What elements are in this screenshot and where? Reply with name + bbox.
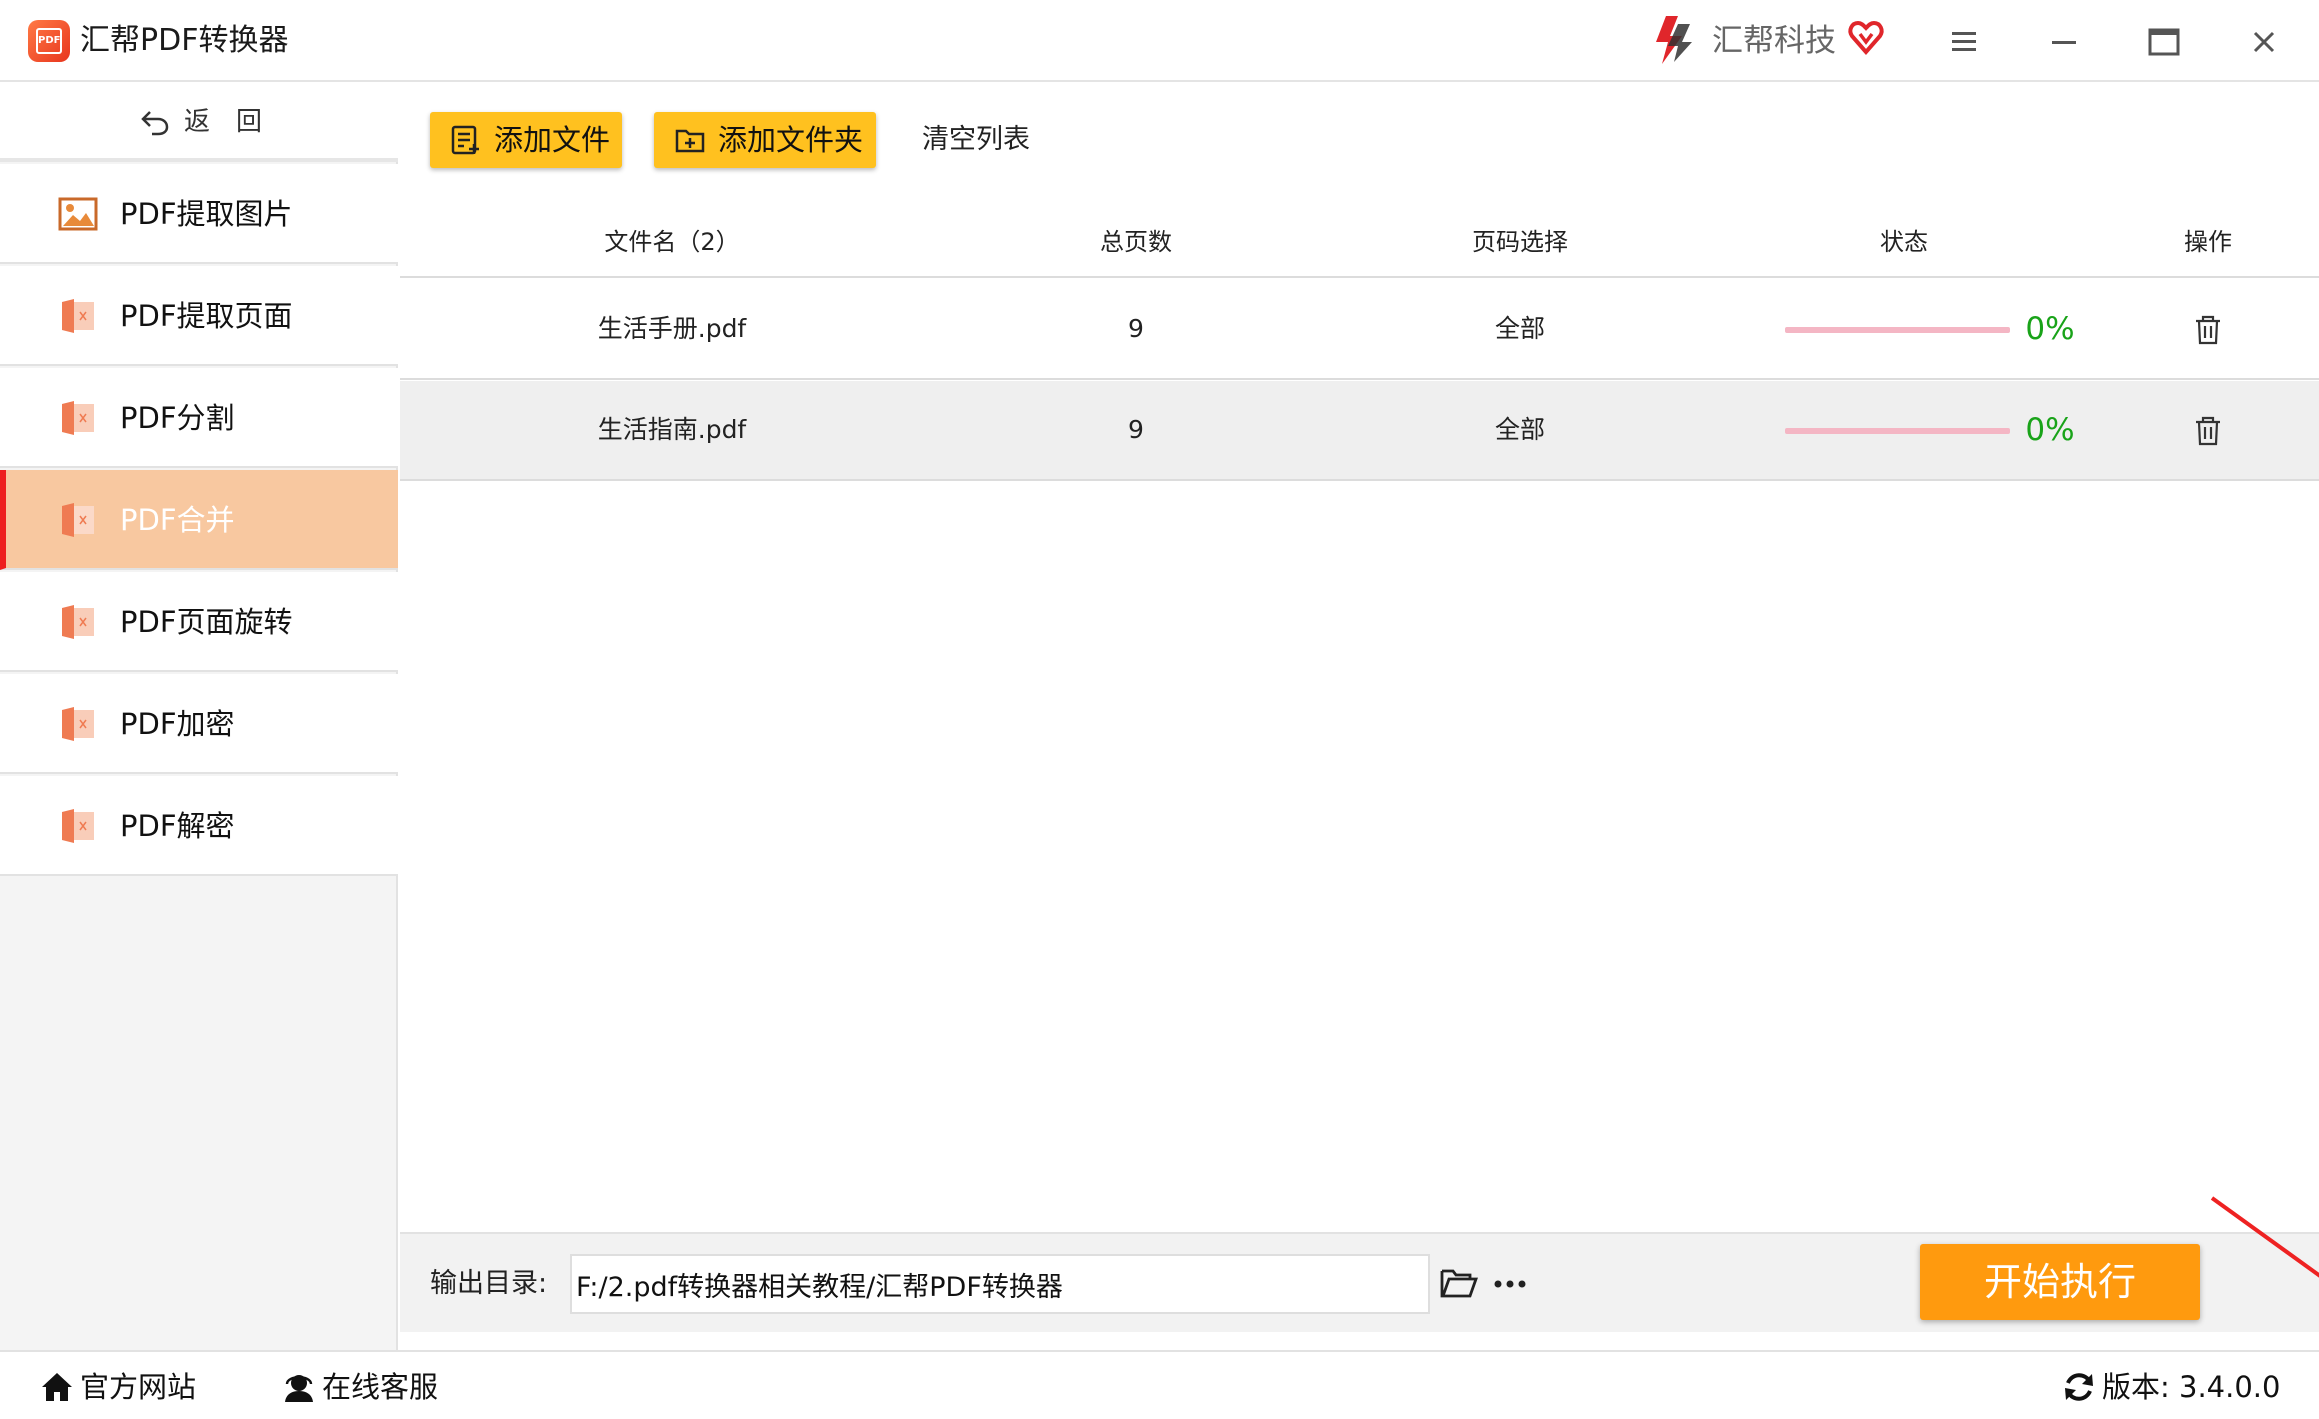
app-logo-text: PDF xyxy=(36,28,62,54)
progress-percent: 0% xyxy=(2025,412,2075,448)
official-website-link[interactable]: 官方网站 xyxy=(40,1366,220,1408)
online-support-label: 在线客服 xyxy=(322,1370,439,1404)
sidebar: 返回 PDF提取图片 PDF提取页面 PDF分割 PDF合并 PDF页面旋转 P… xyxy=(0,82,398,1350)
sidebar-item-decrypt[interactable]: PDF解密 xyxy=(0,776,398,876)
sidebar-item-encrypt[interactable]: PDF加密 xyxy=(0,674,398,774)
sidebar-item-merge[interactable]: PDF合并 xyxy=(0,470,398,570)
progress-bar xyxy=(1785,428,2010,434)
sidebar-item-extract-pages[interactable]: PDF提取页面 xyxy=(0,266,398,366)
app-title: 汇帮PDF转换器 xyxy=(80,23,289,58)
sidebar-item-label: PDF提取页面 xyxy=(120,299,293,333)
sidebar-item-label: PDF解密 xyxy=(120,809,235,843)
add-folder-label: 添加文件夹 xyxy=(718,123,864,157)
page-range-select[interactable]: 全部 xyxy=(1495,310,1545,348)
back-label: 返回 xyxy=(184,107,289,137)
status-bar: 官方网站 在线客服 版本: 3.4.0.0 xyxy=(0,1350,2319,1419)
file-name: 生活手册.pdf xyxy=(597,314,747,343)
sidebar-item-label: PDF合并 xyxy=(120,503,235,537)
column-header-filename: 文件名（2） xyxy=(604,228,740,256)
annotation-arrow-icon xyxy=(2210,1196,2319,1278)
sidebar-item-split[interactable]: PDF分割 xyxy=(0,368,398,468)
column-header-status: 状态 xyxy=(1880,228,1928,256)
sidebar-item-extract-images[interactable]: PDF提取图片 xyxy=(0,164,398,264)
total-pages: 9 xyxy=(1128,415,1144,444)
official-website-label: 官方网站 xyxy=(80,1370,197,1404)
vip-heart-icon[interactable] xyxy=(1846,18,1886,58)
menu-icon[interactable] xyxy=(1940,18,1988,66)
table-row[interactable]: 生活指南.pdf 9 全部 0% xyxy=(400,381,2319,481)
main-panel: 添加文件 添加文件夹 清空列表 文件名（2） 总页数 页码选择 状态 操作 生活… xyxy=(400,82,2319,1350)
pdf-file-icon xyxy=(62,605,94,639)
pdf-file-icon xyxy=(62,401,94,435)
sidebar-item-label: PDF分割 xyxy=(120,401,235,435)
minimize-icon[interactable] xyxy=(2040,18,2088,66)
sidebar-item-label: PDF加密 xyxy=(120,707,235,741)
version-info[interactable]: 版本: 3.4.0.0 xyxy=(2062,1366,2302,1408)
column-header-page-select: 页码选择 xyxy=(1472,228,1568,256)
title-bar: PDF 汇帮PDF转换器 汇帮科技 xyxy=(0,0,2319,82)
delete-icon[interactable] xyxy=(2193,415,2223,447)
home-icon xyxy=(42,1373,72,1401)
back-button[interactable]: 返回 xyxy=(0,82,398,162)
more-icon[interactable] xyxy=(1490,1264,1530,1304)
column-header-action: 操作 xyxy=(2184,228,2232,256)
customer-service-icon xyxy=(285,1375,313,1402)
add-folder-icon xyxy=(675,129,705,153)
sidebar-item-rotate[interactable]: PDF页面旋转 xyxy=(0,572,398,672)
sidebar-item-label: PDF提取图片 xyxy=(120,197,293,231)
pdf-file-icon xyxy=(62,503,94,537)
add-folder-button[interactable]: 添加文件夹 xyxy=(654,112,876,168)
pdf-file-icon xyxy=(62,299,94,333)
progress-bar xyxy=(1785,327,2010,333)
column-header-total-pages: 总页数 xyxy=(1100,228,1172,256)
add-file-button[interactable]: 添加文件 xyxy=(430,112,622,168)
clear-list-button[interactable]: 清空列表 xyxy=(922,120,1030,160)
sidebar-item-label: PDF页面旋转 xyxy=(120,605,293,639)
brand-name: 汇帮科技 xyxy=(1712,23,1836,59)
app-logo-icon: PDF xyxy=(28,20,70,62)
open-folder-icon[interactable] xyxy=(1440,1266,1478,1300)
maximize-icon[interactable] xyxy=(2140,18,2188,66)
image-icon xyxy=(58,197,98,231)
delete-icon[interactable] xyxy=(2193,314,2223,346)
close-icon[interactable] xyxy=(2240,18,2288,66)
pdf-file-icon xyxy=(62,707,94,741)
table-row[interactable]: 生活手册.pdf 9 全部 0% xyxy=(400,280,2319,380)
pdf-file-icon xyxy=(62,809,94,843)
output-dir-label: 输出目录: xyxy=(430,1268,548,1299)
output-bar: 输出目录: 开始执行 xyxy=(400,1232,2319,1332)
page-range-select[interactable]: 全部 xyxy=(1495,411,1545,449)
file-name: 生活指南.pdf xyxy=(597,415,747,444)
version-label: 版本: 3.4.0.0 xyxy=(2102,1370,2281,1404)
start-button[interactable]: 开始执行 xyxy=(1920,1244,2200,1320)
refresh-icon xyxy=(2065,1373,2093,1401)
table-header: 文件名（2） 总页数 页码选择 状态 操作 xyxy=(400,206,2319,278)
add-file-label: 添加文件 xyxy=(494,123,611,157)
progress-percent: 0% xyxy=(2025,311,2075,347)
brand-logo-icon xyxy=(1656,16,1692,64)
add-file-icon xyxy=(451,125,479,155)
output-dir-input[interactable] xyxy=(570,1254,1430,1314)
back-arrow-icon xyxy=(141,111,169,136)
online-support-link[interactable]: 在线客服 xyxy=(282,1366,482,1408)
total-pages: 9 xyxy=(1128,314,1144,343)
